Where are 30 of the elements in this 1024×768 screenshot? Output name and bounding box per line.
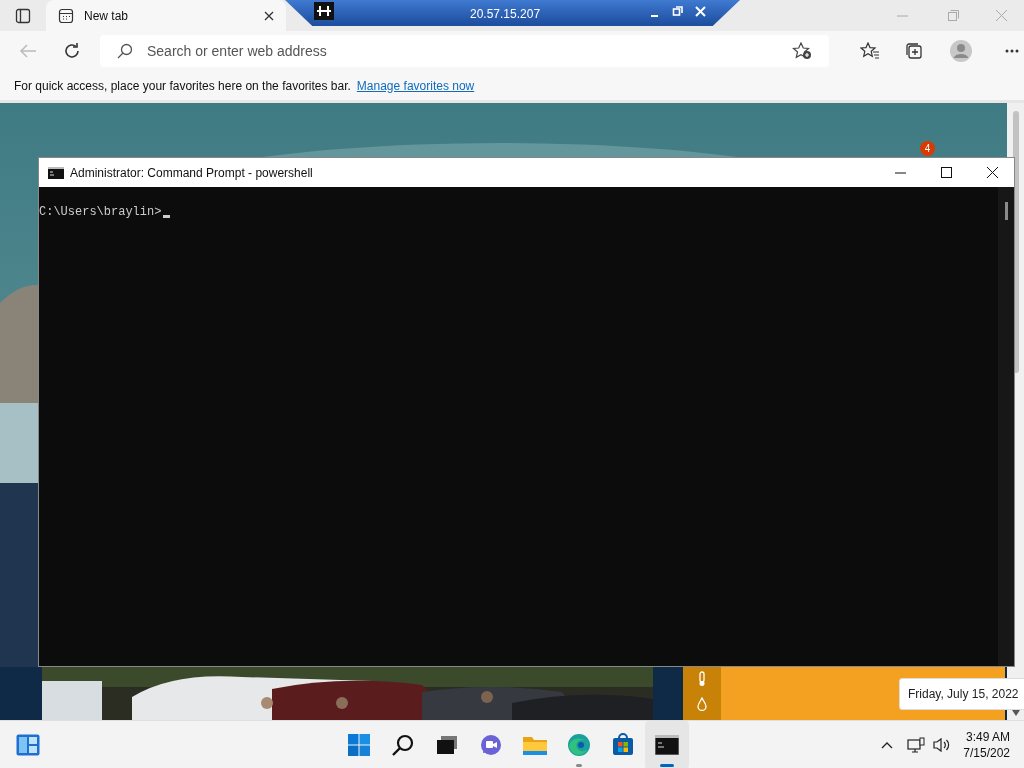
refresh-icon[interactable] [63, 42, 81, 60]
task-view-icon [435, 733, 459, 757]
manage-favorites-link[interactable]: Manage favorites now [356, 76, 475, 95]
remote-host-title: 20.57.15.207 [470, 6, 541, 23]
store-icon [611, 733, 635, 757]
tab-actions-icon[interactable] [15, 7, 31, 24]
favorites-icon[interactable] [860, 42, 880, 60]
start-icon [347, 733, 371, 757]
remote-close-icon[interactable] [695, 6, 706, 17]
chat-icon [479, 733, 503, 757]
edge-icon [567, 733, 591, 757]
network-icon[interactable] [907, 736, 926, 753]
browser-tab[interactable]: New tab [46, 0, 286, 31]
search-icon [391, 733, 415, 757]
widgets-icon[interactable] [16, 733, 40, 756]
search-icon [117, 43, 133, 59]
remote-restore-icon[interactable] [672, 5, 684, 17]
more-icon[interactable] [1005, 49, 1019, 53]
taskbar-app-button[interactable] [645, 721, 689, 768]
console-app-icon [655, 735, 679, 755]
volume-icon[interactable] [933, 736, 952, 753]
profile-icon[interactable] [950, 40, 972, 62]
new-tab-icon [58, 7, 74, 24]
address-bar[interactable]: Search or enter web address [100, 35, 829, 67]
add-favorite-icon[interactable] [792, 42, 812, 60]
close-tab-icon[interactable] [264, 10, 274, 21]
collections-icon[interactable] [905, 42, 923, 60]
favorites-bar-message: For quick access, place your favorites here on the favorites bar. [14, 77, 351, 95]
clock-button[interactable]: 3:49 AM 7/15/202 [963, 728, 1010, 761]
chevron-up-icon[interactable] [881, 740, 894, 749]
